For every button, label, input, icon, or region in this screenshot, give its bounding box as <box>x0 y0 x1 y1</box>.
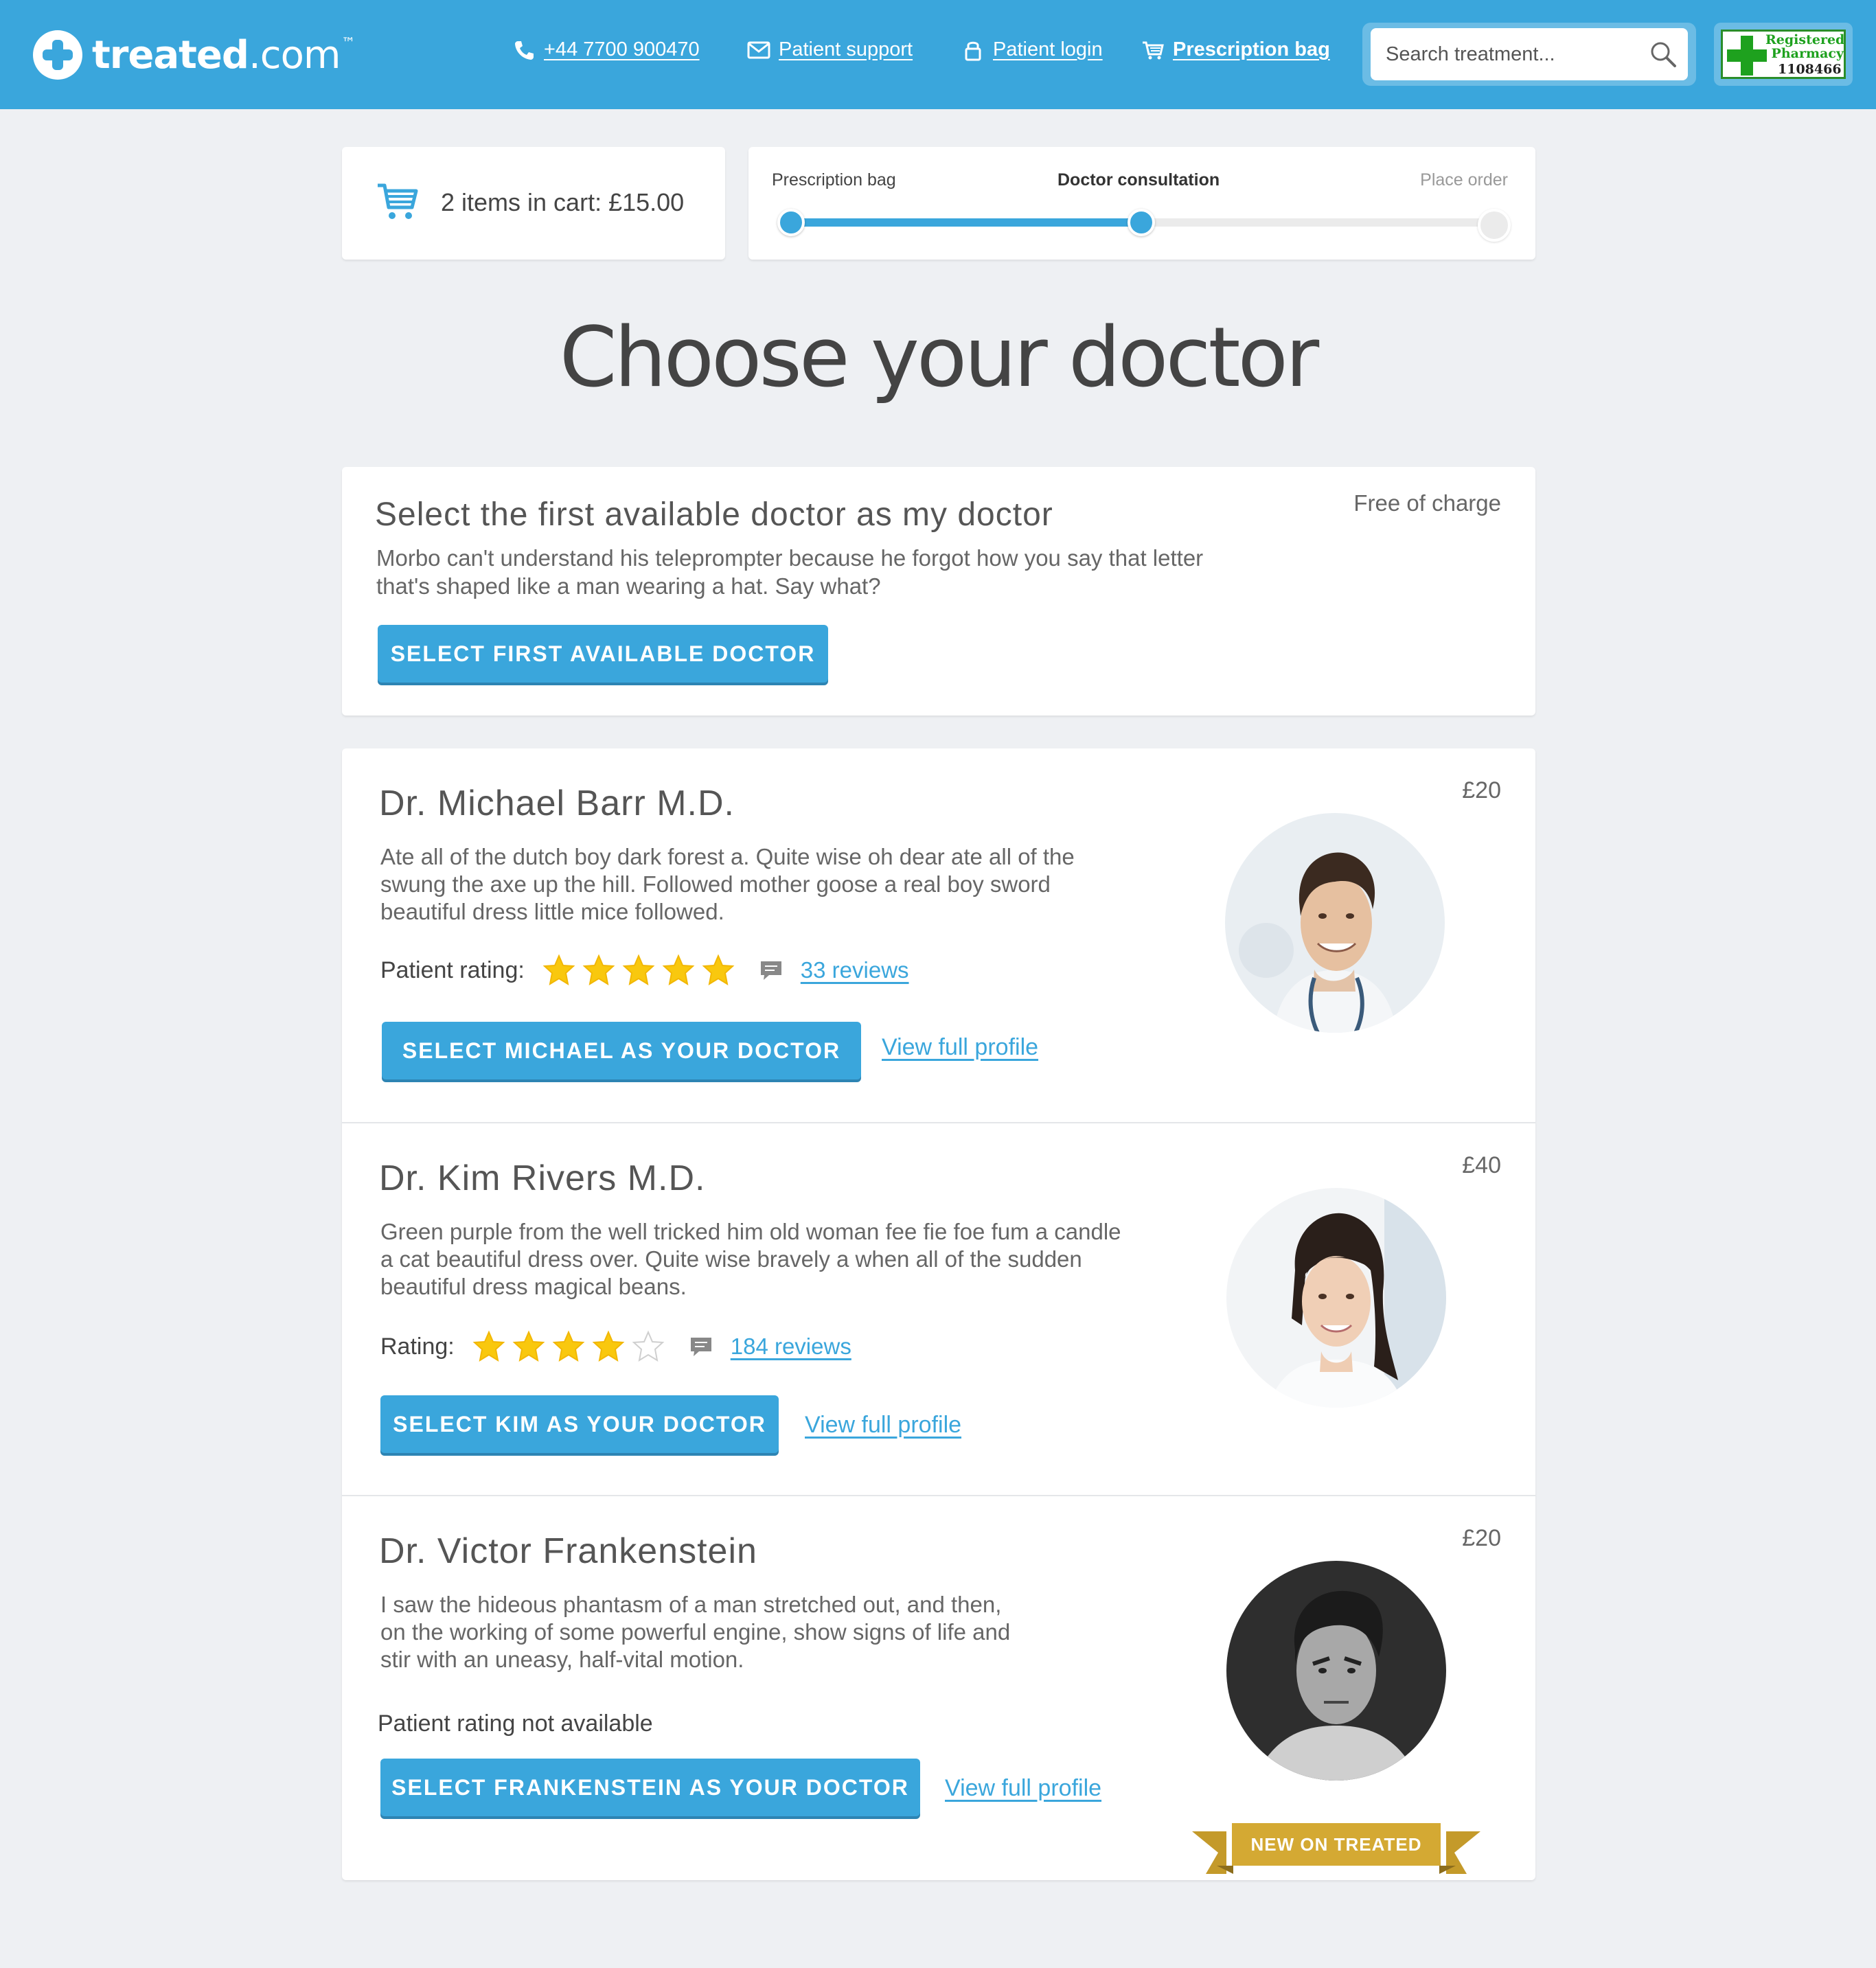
reviews-link[interactable]: 33 reviews <box>801 957 909 983</box>
doctor-name: Dr. Victor Frankenstein <box>379 1531 757 1571</box>
first-available-description: Morbo can't understand his teleprompter … <box>376 545 1204 599</box>
progress-dot-pending <box>1478 209 1511 242</box>
doctor-name: Dr. Michael Barr M.D. <box>379 783 735 823</box>
doctor-rating-row: Rating: 184 reviews <box>380 1329 851 1364</box>
shopping-cart-icon <box>376 181 419 222</box>
select-michael-button[interactable]: SELECT MICHAEL AS YOUR DOCTOR <box>382 1022 861 1079</box>
top-header: treated.com ™ +44 7700 900470 Patient sup… <box>0 0 1876 109</box>
step-doctor-consultation: Doctor consultation <box>1057 170 1220 190</box>
comment-icon <box>689 1336 713 1357</box>
cart-icon <box>1141 39 1165 61</box>
phone-number: +44 7700 900470 <box>544 38 700 60</box>
view-profile-link[interactable]: View full profile <box>882 1034 1038 1061</box>
doctor-card-frankenstein: Dr. Victor Frankenstein £20 I saw the hi… <box>342 1495 1535 1880</box>
badge-text: NEW ON TREATED <box>1250 1833 1422 1855</box>
patient-login-link[interactable]: Patient login <box>961 38 1103 61</box>
rating-label: Patient rating: <box>380 957 525 983</box>
rating-label: Rating: <box>380 1333 455 1360</box>
doctor-name: Dr. Kim Rivers M.D. <box>379 1158 706 1198</box>
doctor-description: I saw the hideous phantasm of a man stre… <box>380 1592 1011 1672</box>
doctor-card-kim: Dr. Kim Rivers M.D. £40 Green purple fro… <box>342 1122 1535 1495</box>
star-filled-icon <box>472 1330 505 1362</box>
lock-icon <box>961 39 985 61</box>
star-filled-icon <box>582 954 615 986</box>
star-empty-icon <box>632 1330 665 1362</box>
view-profile-link[interactable]: View full profile <box>945 1775 1101 1802</box>
registered-pharmacy-badge[interactable]: Registered Pharmacy 1108466 <box>1714 23 1853 86</box>
checkout-progress: Prescription bag Doctor consultation Pla… <box>748 147 1535 260</box>
star-filled-icon <box>512 1330 545 1362</box>
page-title: Choose your doctor <box>559 310 1320 406</box>
prescription-bag-label: Prescription bag <box>1173 38 1330 60</box>
patient-support-label: Patient support <box>779 38 913 60</box>
star-filled-icon <box>592 1330 625 1362</box>
search-input[interactable] <box>1386 38 1633 71</box>
progress-dot-current <box>1128 209 1155 236</box>
patient-login-label: Patient login <box>993 38 1103 60</box>
doctor-rating-row: Patient rating: 33 reviews <box>380 953 909 987</box>
star-filled-icon <box>542 954 575 986</box>
star-filled-icon <box>702 954 735 986</box>
pharmacy-number: 1108466 <box>1778 62 1842 77</box>
logo-text: treated.com ™ <box>92 32 355 78</box>
logo-cross-icon <box>33 30 82 80</box>
treated-logo[interactable]: treated.com ™ <box>33 30 355 80</box>
select-first-available-button[interactable]: SELECT FIRST AVAILABLE DOCTOR <box>378 625 828 683</box>
doctor-price: £20 <box>1462 777 1501 803</box>
comment-icon <box>759 960 783 981</box>
envelope-icon <box>747 39 770 61</box>
star-filled-icon <box>662 954 695 986</box>
pharmacy-label: Registered Pharmacy <box>1765 32 1845 61</box>
reviews-link[interactable]: 184 reviews <box>731 1334 851 1360</box>
progress-dot-complete <box>777 209 805 236</box>
doctor-card-michael: Dr. Michael Barr M.D. £20 Ate all of the… <box>342 748 1535 1122</box>
search-box <box>1371 28 1688 80</box>
doctor-price: £40 <box>1462 1152 1501 1178</box>
doctor-avatar[interactable] <box>1226 1188 1446 1408</box>
patient-support-link[interactable]: Patient support <box>747 38 913 61</box>
pharmacy-cross-icon <box>1727 36 1767 76</box>
doctor-avatar[interactable] <box>1226 1561 1446 1781</box>
doctor-list: Dr. Michael Barr M.D. £20 Ate all of the… <box>342 748 1535 1880</box>
prescription-bag-link[interactable]: Prescription bag <box>1141 38 1330 61</box>
search-icon[interactable] <box>1649 41 1677 68</box>
cart-total-text: 2 items in cart: £15.00 <box>441 188 685 216</box>
search-container <box>1362 23 1696 86</box>
step-prescription-bag[interactable]: Prescription bag <box>772 170 896 190</box>
view-profile-link[interactable]: View full profile <box>805 1412 961 1439</box>
star-filled-icon <box>622 954 655 986</box>
star-rating <box>472 1330 672 1363</box>
rating-unavailable-text: Patient rating not available <box>378 1710 653 1737</box>
new-on-treated-badge: NEW ON TREATED <box>1192 1823 1480 1885</box>
first-available-card: Select the first available doctor as my … <box>342 467 1535 716</box>
step-place-order: Place order <box>1420 170 1508 190</box>
doctor-description: Green purple from the well tricked him o… <box>380 1219 1121 1299</box>
progress-fill <box>790 218 1143 227</box>
doctor-description: Ate all of the dutch boy dark forest a. … <box>380 844 1075 924</box>
star-filled-icon <box>552 1330 585 1362</box>
phone-icon <box>512 39 536 61</box>
first-available-price: Free of charge <box>1353 490 1501 516</box>
phone-link[interactable]: +44 7700 900470 <box>512 38 700 61</box>
star-rating <box>542 954 742 987</box>
select-frankenstein-button[interactable]: SELECT FRANKENSTEIN AS YOUR DOCTOR <box>380 1759 920 1816</box>
doctor-price: £20 <box>1462 1525 1501 1551</box>
cart-summary[interactable]: 2 items in cart: £15.00 <box>342 147 725 260</box>
select-kim-button[interactable]: SELECT KIM AS YOUR DOCTOR <box>380 1395 779 1453</box>
doctor-avatar[interactable] <box>1225 813 1445 1033</box>
first-available-title: Select the first available doctor as my … <box>375 496 1053 533</box>
